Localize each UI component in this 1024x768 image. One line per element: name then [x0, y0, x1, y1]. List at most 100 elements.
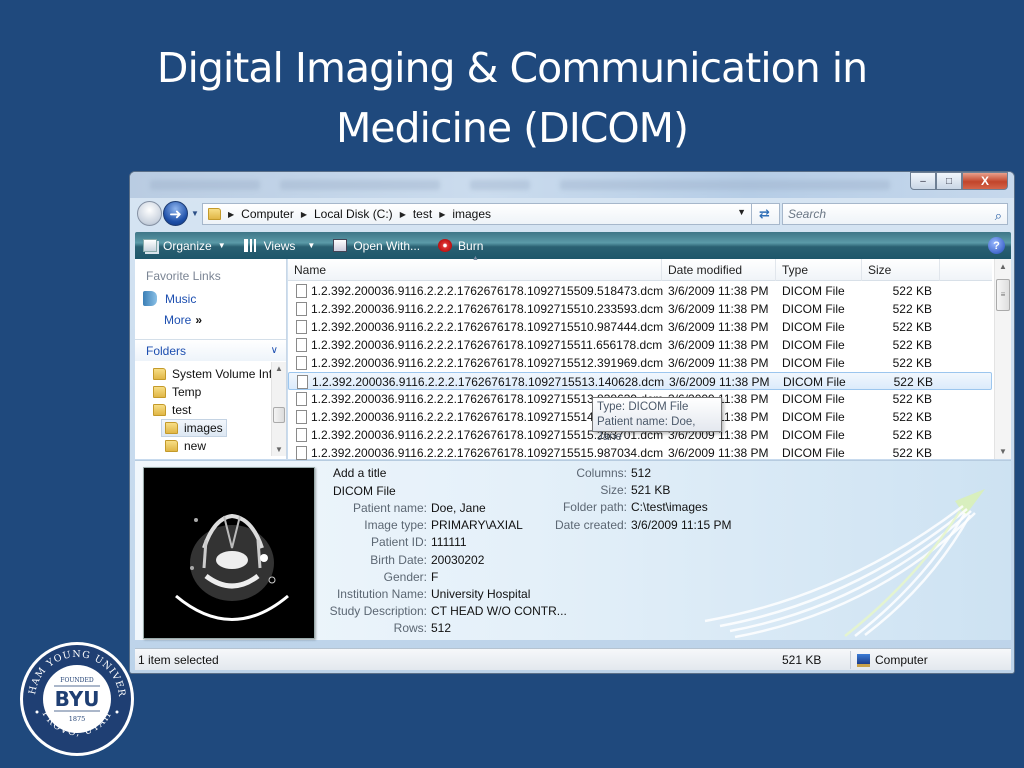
file-row[interactable]: 1.2.392.200036.9116.2.2.2.1762676178.109…: [288, 318, 992, 336]
tree-item-system-volume[interactable]: System Volume Inf: [153, 365, 272, 383]
detail-file-type: DICOM File: [333, 484, 396, 498]
file-size: 522 KB: [893, 375, 933, 389]
close-button[interactable]: X: [962, 172, 1008, 190]
tree-item-images[interactable]: images: [161, 419, 227, 437]
file-icon: [296, 320, 307, 334]
file-size: 522 KB: [892, 392, 932, 406]
detail-value[interactable]: PRIMARY\AXIAL: [431, 518, 523, 532]
detail-field: Image type: PRIMARY\AXIAL: [364, 517, 523, 534]
tree-item-label: images: [184, 421, 223, 435]
tree-item-temp[interactable]: Temp: [153, 383, 201, 401]
search-icon[interactable]: ⌕: [995, 206, 1002, 226]
file-name: 1.2.392.200036.9116.2.2.2.1762676178.109…: [312, 375, 665, 389]
open-with-button[interactable]: Open With...: [333, 232, 420, 259]
column-header-type[interactable]: Type: [776, 259, 862, 281]
file-type: DICOM File: [782, 320, 845, 334]
detail-value[interactable]: 20030202: [431, 553, 484, 567]
folder-tree-scrollbar[interactable]: ▲ ▼: [271, 362, 286, 456]
status-divider: [850, 651, 851, 669]
blurred-background: [560, 180, 890, 190]
file-size: 522 KB: [892, 302, 932, 316]
breadcrumb-images[interactable]: images: [452, 207, 491, 221]
detail-value[interactable]: F: [431, 570, 438, 584]
breadcrumb-separator-icon[interactable]: ▶: [228, 210, 234, 219]
arrow-right-icon: ➜: [169, 205, 182, 223]
detail-value[interactable]: 512: [431, 621, 451, 635]
file-icon: [296, 410, 307, 424]
file-icon: [297, 375, 308, 389]
detail-field: Birth Date: 20030202: [370, 552, 484, 569]
recent-pages-dropdown[interactable]: ▼: [191, 209, 199, 218]
column-header-name[interactable]: Name: [288, 259, 662, 281]
detail-value[interactable]: 512: [631, 466, 651, 480]
refresh-button[interactable]: ⇄: [751, 203, 777, 225]
views-label: Views: [263, 238, 296, 253]
seal-byu-text: BYU: [55, 687, 100, 711]
detail-value[interactable]: Doe, Jane: [431, 501, 486, 515]
file-row[interactable]: 1.2.392.200036.9116.2.2.2.1762676178.109…: [288, 354, 992, 372]
detail-field: Size: 521 KB: [600, 482, 670, 499]
column-header-size[interactable]: Size: [862, 259, 940, 281]
detail-field: Institution Name: University Hospital: [337, 586, 530, 603]
detail-value[interactable]: 521 KB: [631, 483, 670, 497]
vista-swoosh-decoration: [704, 489, 985, 639]
breadcrumb-separator-icon[interactable]: ▶: [439, 210, 445, 219]
views-button[interactable]: Views ▼: [243, 232, 315, 259]
scrollbar-thumb[interactable]: [273, 407, 285, 423]
scrollbar-thumb[interactable]: ≡: [996, 279, 1010, 311]
breadcrumb-separator-icon[interactable]: ▶: [400, 210, 406, 219]
add-title-field[interactable]: Add a title: [333, 466, 386, 480]
file-list-scrollbar[interactable]: ▲ ≡ ▼: [994, 259, 1011, 459]
address-dropdown-icon[interactable]: ▼: [737, 207, 746, 217]
file-size: 522 KB: [892, 410, 932, 424]
computer-icon: [857, 653, 870, 667]
minimize-button[interactable]: –: [910, 172, 936, 190]
breadcrumb-computer[interactable]: Computer: [241, 207, 294, 221]
favorite-links-more[interactable]: More»: [164, 313, 202, 327]
file-date: 3/6/2009 11:38 PM: [669, 375, 770, 389]
dicom-thumbnail: [143, 467, 315, 639]
detail-key: Study Description:: [329, 604, 427, 619]
tree-item-test[interactable]: test: [153, 401, 191, 419]
file-row[interactable]: 1.2.392.200036.9116.2.2.2.1762676178.109…: [288, 282, 992, 300]
file-name: 1.2.392.200036.9116.2.2.2.1762676178.109…: [311, 320, 664, 334]
detail-value[interactable]: University Hospital: [431, 587, 530, 601]
breadcrumb-test[interactable]: test: [413, 207, 432, 221]
search-placeholder: Search: [788, 207, 827, 221]
search-input[interactable]: Search ⌕: [782, 203, 1008, 225]
forward-button[interactable]: ➜: [163, 201, 188, 226]
scroll-down-icon[interactable]: ▼: [275, 445, 283, 454]
favorite-link-music[interactable]: Music: [143, 291, 196, 306]
detail-value[interactable]: CT HEAD W/O CONTR...: [431, 604, 567, 618]
scroll-down-icon[interactable]: ▼: [999, 447, 1007, 456]
maximize-button[interactable]: □: [936, 172, 962, 190]
refresh-icon: ⇄: [759, 206, 770, 221]
title-bar[interactable]: – □ X: [130, 172, 1014, 198]
tree-item-new[interactable]: new: [165, 437, 206, 455]
address-bar[interactable]: ▶ Computer ▶ Local Disk (C:) ▶ test ▶ im…: [202, 203, 780, 225]
detail-key: Rows:: [393, 621, 427, 636]
chevron-down-icon: ∨: [270, 345, 278, 356]
organize-button[interactable]: Organize ▼: [143, 232, 226, 259]
details-pane: Add a title DICOM File Patient name: Doe,…: [135, 460, 1011, 640]
breadcrumb-local-disk[interactable]: Local Disk (C:): [314, 207, 393, 221]
scroll-up-icon[interactable]: ▲: [999, 262, 1007, 271]
folders-header[interactable]: Folders ∨: [135, 339, 286, 361]
breadcrumb-separator-icon[interactable]: ▶: [301, 210, 307, 219]
slide-title-line-1: Digital Imaging & Communication in: [156, 44, 868, 92]
selection-count: 1 item selected: [138, 653, 219, 667]
back-button[interactable]: [137, 201, 162, 226]
scroll-up-icon[interactable]: ▲: [275, 364, 283, 373]
detail-key: Date created:: [554, 517, 627, 532]
tree-item-label: test: [172, 403, 192, 417]
file-row[interactable]: 1.2.392.200036.9116.2.2.2.1762676178.109…: [288, 336, 992, 354]
detail-value[interactable]: 111111: [431, 535, 467, 549]
file-tooltip: Type: DICOM File Patient name: Doe, Jane: [592, 397, 722, 443]
file-date: 3/6/2009 11:38 PM: [668, 320, 769, 334]
column-header-date[interactable]: Date modified: [662, 259, 776, 281]
file-date: 3/6/2009 11:38 PM: [668, 302, 769, 316]
seal-year-text: 1875: [69, 715, 86, 723]
help-icon[interactable]: ?: [988, 237, 1005, 254]
file-row[interactable]: 1.2.392.200036.9116.2.2.2.1762676178.109…: [288, 300, 992, 318]
file-row[interactable]: 1.2.392.200036.9116.2.2.2.1762676178.109…: [288, 372, 992, 390]
